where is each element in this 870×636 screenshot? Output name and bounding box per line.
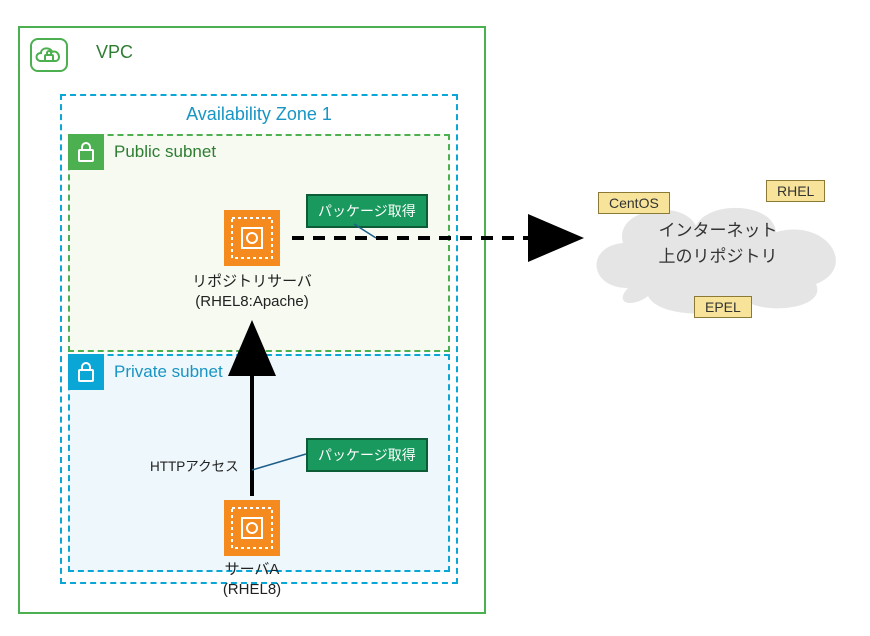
callout-connector-upper — [354, 224, 376, 238]
callout-connector-lower — [252, 454, 306, 470]
arrows-layer — [0, 0, 870, 636]
